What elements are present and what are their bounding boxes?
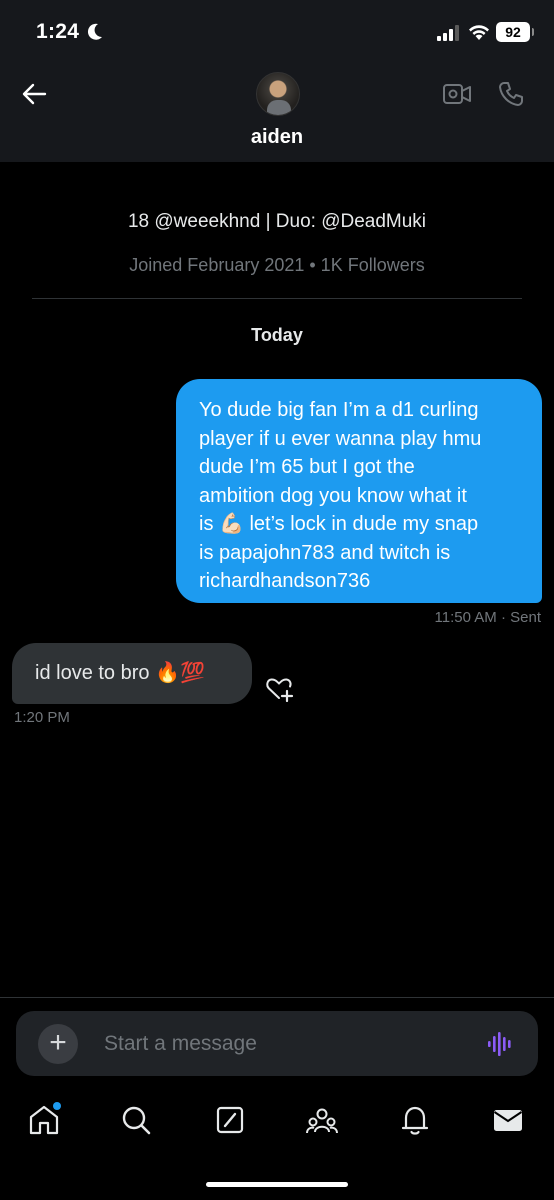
profile-bio: 18 @weeekhnd | Duo: @DeadMuki — [127, 211, 427, 232]
signal-icon — [437, 25, 459, 41]
status-time: 1:24 — [36, 20, 80, 43]
message-input[interactable] — [104, 1011, 464, 1076]
video-call-icon[interactable] — [442, 82, 472, 106]
avatar[interactable] — [256, 72, 300, 116]
search-icon[interactable] — [118, 1102, 154, 1138]
home-indicator — [206, 1182, 348, 1187]
communities-icon[interactable] — [304, 1102, 340, 1138]
message-line: is papajohn783 and twitch is — [199, 541, 451, 564]
message-time: 11:50 AM — [434, 609, 497, 626]
outgoing-message[interactable]: Yo dude big fan I’m a d1 curling player … — [176, 379, 542, 603]
message-line: is 💪🏻 let’s lock in dude my snap — [199, 513, 479, 535]
divider — [32, 298, 522, 299]
message-line: Yo dude big fan I’m a d1 curling — [199, 399, 479, 421]
day-label: Today — [251, 325, 303, 345]
profile-joined: Joined February 2021 • 1K Followers — [129, 255, 425, 275]
wifi-icon — [469, 25, 489, 40]
phone-icon[interactable] — [497, 80, 525, 108]
incoming-message[interactable]: id love to bro 🔥💯 — [12, 643, 252, 704]
message-composer: + — [16, 1011, 538, 1076]
back-arrow-icon[interactable] — [20, 80, 48, 108]
message-line: dude I’m 65 but I got the — [199, 456, 415, 478]
add-media-button[interactable]: + — [38, 1024, 78, 1064]
message-line: player if u ever wanna play hmu — [199, 427, 482, 450]
conversation-title[interactable]: aiden — [0, 126, 554, 149]
message-line: ambition dog you know what it — [199, 484, 467, 507]
battery-icon: 92 — [496, 22, 534, 42]
notification-dot — [53, 1102, 61, 1110]
messages-icon[interactable] — [490, 1102, 526, 1138]
status-bar: 1:24 92 — [0, 0, 554, 62]
grok-icon[interactable] — [212, 1102, 248, 1138]
add-reaction-icon[interactable] — [265, 676, 295, 702]
message-time: 1:20 PM — [14, 709, 70, 726]
divider — [0, 997, 554, 998]
message-status: · Sent — [500, 609, 541, 626]
voice-message-icon[interactable] — [486, 1030, 516, 1058]
conversation-header: aiden — [0, 62, 554, 162]
moon-icon — [87, 23, 102, 40]
message-line: richardhandson736 — [199, 570, 371, 592]
outgoing-message-meta: 11:50 AM · Sent — [435, 609, 541, 626]
notifications-icon[interactable] — [397, 1102, 433, 1138]
